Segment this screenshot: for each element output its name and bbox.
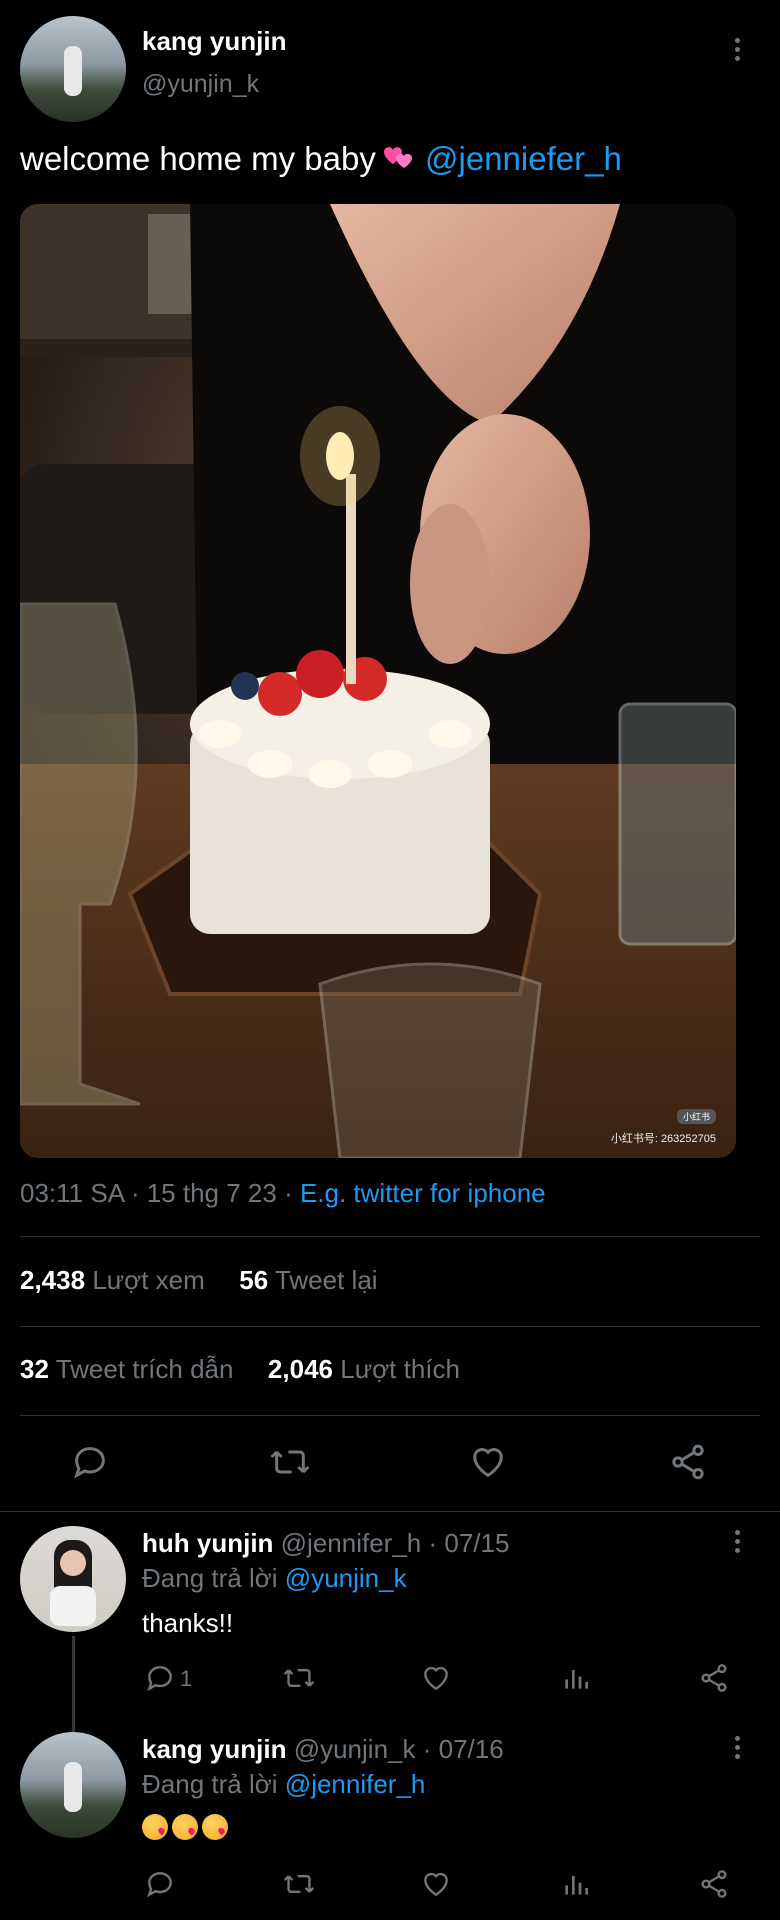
reply-date[interactable]: 07/15 (444, 1528, 509, 1558)
kiss-emoji (172, 1814, 198, 1840)
tweet-body: welcome home my baby (20, 140, 376, 177)
replying-mention[interactable]: @yunjin_k (285, 1563, 407, 1593)
tweet-meta: 03:11 SA · 15 thg 7 23 · E.g. twitter fo… (20, 1178, 546, 1209)
more-icon[interactable] (732, 1530, 742, 1558)
views-count: 2,438 (20, 1265, 86, 1295)
more-icon[interactable] (732, 38, 742, 66)
views-icon[interactable] (560, 1662, 592, 1694)
hearts-emoji (376, 142, 416, 174)
replying-mention[interactable]: @jennifer_h (285, 1769, 426, 1799)
replying-label: Đang trả lời (142, 1563, 278, 1593)
reply-date[interactable]: 07/16 (439, 1734, 504, 1764)
tweet-image[interactable]: 小红书 小红书号: 263252705 (20, 204, 736, 1158)
stats-row: 32 Tweet trích dẫn 2,046 Lượt thích (20, 1354, 460, 1385)
reply-icon[interactable] (144, 1662, 176, 1694)
views-icon[interactable] (560, 1868, 592, 1900)
reply-author-name[interactable]: huh yunjin (142, 1528, 273, 1558)
reply-header: huh yunjin @jennifer_h · 07/15 (142, 1528, 509, 1559)
divider (0, 1511, 780, 1512)
quotes-label[interactable]: Tweet trích dẫn (56, 1354, 234, 1384)
reply-author-handle[interactable]: @yunjin_k (294, 1734, 416, 1764)
retweets-count[interactable]: 56 (239, 1265, 268, 1295)
reply-avatar[interactable] (20, 1732, 126, 1838)
replying-label: Đang trả lời (142, 1769, 278, 1799)
reply-avatar[interactable] (20, 1526, 126, 1632)
reply-author-handle[interactable]: @jennifer_h (281, 1528, 422, 1558)
share-icon[interactable] (698, 1868, 730, 1900)
reply-icon[interactable] (70, 1442, 110, 1482)
share-icon[interactable] (668, 1442, 708, 1482)
reply-icon[interactable] (144, 1868, 176, 1900)
author-avatar[interactable] (20, 16, 126, 122)
tweet-text: welcome home my baby @jenniefer_h (20, 140, 622, 178)
kiss-emoji (202, 1814, 228, 1840)
divider (20, 1415, 760, 1416)
like-icon[interactable] (468, 1442, 508, 1482)
views-label: Lượt xem (92, 1265, 205, 1295)
tweet-time: 03:11 SA (20, 1178, 124, 1208)
likes-count[interactable]: 2,046 (268, 1354, 333, 1384)
author-handle[interactable]: @yunjin_k (142, 70, 259, 99)
replying-to: Đang trả lời @yunjin_k (142, 1563, 407, 1594)
reply-author-name[interactable]: kang yunjin (142, 1734, 286, 1764)
like-icon[interactable] (420, 1868, 452, 1900)
share-icon[interactable] (698, 1662, 730, 1694)
reply-count: 1 (180, 1666, 193, 1691)
author-name[interactable]: kang yunjin (142, 26, 286, 57)
tweet-date[interactable]: 15 thg 7 23 (147, 1178, 277, 1208)
retweet-icon[interactable] (282, 1662, 316, 1694)
divider (20, 1236, 760, 1237)
likes-label[interactable]: Lượt thích (340, 1354, 460, 1384)
tweet-source[interactable]: E.g. twitter for iphone (300, 1178, 546, 1208)
retweets-label[interactable]: Tweet lại (275, 1265, 378, 1295)
separator: · (415, 1734, 439, 1764)
retweet-icon[interactable] (268, 1442, 312, 1482)
image-watermark: 小红书号: 263252705 (610, 1133, 716, 1145)
reply-emojis (142, 1814, 232, 1840)
thread-line (72, 1636, 75, 1732)
replying-to: Đang trả lời @jennifer_h (142, 1769, 425, 1800)
divider (20, 1326, 760, 1327)
kiss-emoji (142, 1814, 168, 1840)
retweet-icon[interactable] (282, 1868, 316, 1900)
more-icon[interactable] (732, 1736, 742, 1764)
like-icon[interactable] (420, 1662, 452, 1694)
reply-header: kang yunjin @yunjin_k · 07/16 (142, 1734, 504, 1765)
image-badge: 小红书 (676, 1109, 716, 1124)
separator: · (123, 1178, 147, 1208)
stats-row: 2,438 Lượt xem 56 Tweet lại (20, 1265, 378, 1296)
mention-link[interactable]: @jenniefer_h (425, 140, 622, 177)
separator: · (421, 1528, 445, 1558)
reply-text: thanks!! (142, 1608, 234, 1638)
quotes-count[interactable]: 32 (20, 1354, 49, 1384)
separator: · (276, 1178, 300, 1208)
